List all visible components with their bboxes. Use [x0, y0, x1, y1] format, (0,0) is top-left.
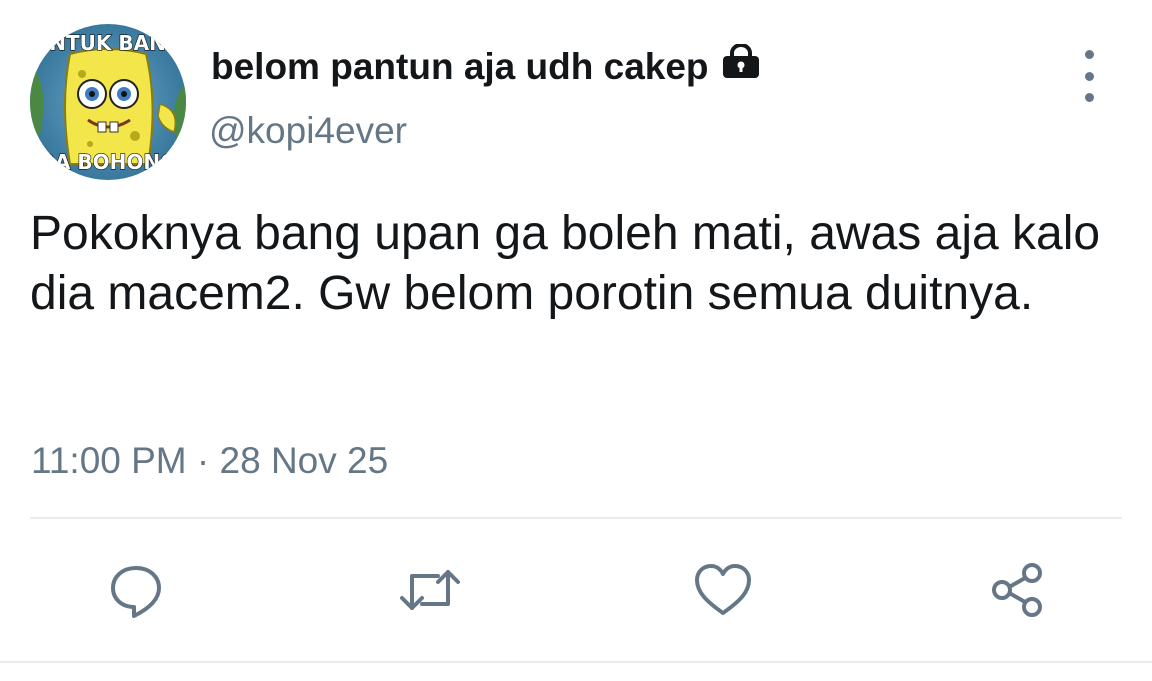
timestamp[interactable]: 11:00 PM · 28 Nov 25 — [31, 440, 388, 482]
display-name[interactable]: belom pantun aja udh cakep — [211, 43, 761, 89]
display-name-text: belom pantun aja udh cakep — [211, 45, 709, 87]
reply-button[interactable] — [104, 558, 168, 622]
share-button[interactable] — [985, 558, 1049, 622]
reply-icon — [111, 566, 161, 618]
divider — [30, 517, 1122, 519]
avatar-bottom-text: RA BOHONG — [40, 150, 177, 174]
heart-icon — [695, 564, 751, 615]
tweet-body: Pokoknya bang upan ga boleh mati, awas a… — [30, 207, 1101, 320]
more-options-icon[interactable] — [1070, 50, 1108, 102]
retweet-icon — [400, 570, 460, 610]
action-bar — [0, 548, 1152, 628]
bottom-divider — [0, 661, 1152, 663]
lock-icon — [721, 43, 761, 89]
avatar-top-text: ANTUK BANG — [34, 31, 182, 55]
avatar[interactable]: ANTUK BANG RA BOHONG — [30, 24, 186, 180]
like-button[interactable] — [691, 558, 755, 622]
retweet-button[interactable] — [398, 558, 462, 622]
share-icon — [992, 563, 1042, 617]
handle[interactable]: @kopi4ever — [209, 110, 407, 152]
